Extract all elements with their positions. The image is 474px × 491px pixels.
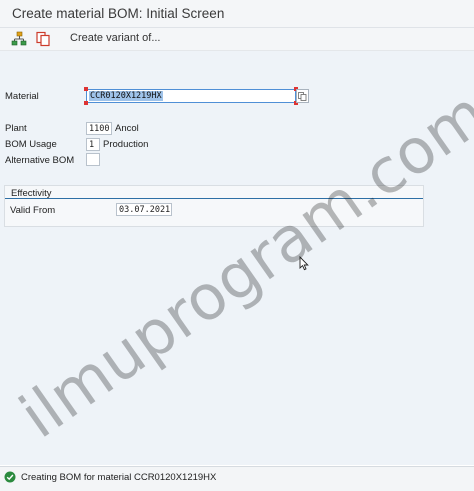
bom-usage-input[interactable]: 1 <box>86 138 100 151</box>
mouse-cursor-icon <box>299 255 309 271</box>
status-bar: Creating BOM for material CCR0120X1219HX <box>0 466 474 491</box>
valid-from-input[interactable]: 03.07.2021 <box>116 203 172 216</box>
page-title: Create material BOM: Initial Screen <box>12 6 225 21</box>
status-message: Creating BOM for material CCR0120X1219HX <box>21 472 217 483</box>
material-label: Material <box>5 91 39 102</box>
success-icon <box>4 471 16 483</box>
required-marker <box>84 101 88 105</box>
alternative-bom-label: Alternative BOM <box>5 155 75 166</box>
valid-from-label: Valid From <box>10 205 56 216</box>
material-input[interactable]: CCR0120X1219HX <box>86 89 296 103</box>
bom-usage-description: Production <box>103 139 149 150</box>
plant-input[interactable]: 1100 <box>86 122 112 135</box>
create-variant-button[interactable]: Create variant of... <box>70 32 161 44</box>
title-bar: Create material BOM: Initial Screen <box>0 0 474 28</box>
group-divider <box>5 198 423 199</box>
copy-icon[interactable] <box>35 31 51 47</box>
alternative-bom-input[interactable] <box>86 153 100 166</box>
plant-description: Ancol <box>115 123 139 134</box>
bom-usage-label: BOM Usage <box>5 139 57 150</box>
effectivity-group: Effectivity <box>4 185 424 227</box>
application-toolbar: Create variant of... <box>0 28 474 51</box>
required-marker <box>84 87 88 91</box>
material-value: CCR0120X1219HX <box>89 91 163 101</box>
main-content <box>0 51 474 465</box>
hierarchy-icon[interactable] <box>11 31 27 47</box>
plant-label: Plant <box>5 123 27 134</box>
value-help-button[interactable] <box>296 89 309 103</box>
value-help-icon <box>298 92 307 101</box>
